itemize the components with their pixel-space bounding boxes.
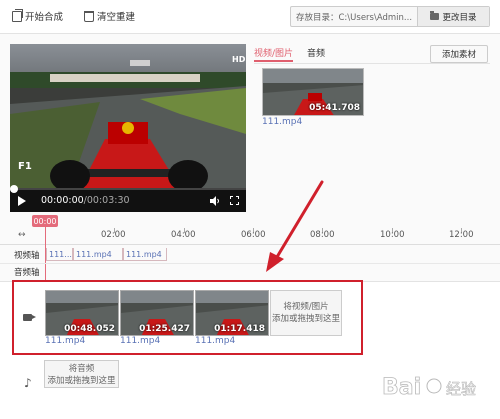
timeline-ruler: ↔ 02:00 04:00 06:00 08:00 10:00 12:00 <box>0 228 500 244</box>
folder-icon <box>430 11 440 20</box>
ruler-label: 04:00 <box>171 230 196 240</box>
playhead-time-badge[interactable]: 00:00 <box>32 215 58 227</box>
zoom-arrows-icon[interactable]: ↔ <box>18 230 26 240</box>
media-item-name: 111.mp4 <box>262 117 303 127</box>
player-controls: 00:00:00/00:03:30 <box>10 185 246 212</box>
progress-bar[interactable] <box>10 185 246 193</box>
audio-track-label: 音频轴 <box>14 268 40 278</box>
current-time: 00:00:00 <box>41 195 84 206</box>
volume-icon[interactable] <box>210 196 220 206</box>
progress-knob[interactable] <box>10 185 18 193</box>
tabs-divider <box>254 63 490 64</box>
ruler-label: 10:00 <box>380 230 405 240</box>
timeline-video-segment[interactable]: 111.mp4 <box>123 248 167 261</box>
copy-icon <box>12 8 23 22</box>
add-material-button[interactable]: 添加素材 <box>430 45 488 63</box>
music-icon: ♪ <box>24 376 32 390</box>
ruler-divider <box>0 244 500 245</box>
start-merge-button[interactable]: 开始合成 <box>12 6 63 26</box>
ruler-label: 12:00 <box>449 230 474 240</box>
media-item-thumbnail[interactable]: 05:41.708 <box>262 68 364 116</box>
tab-video-image[interactable]: 视频/图片 <box>254 44 294 62</box>
svg-text:Bai: Bai <box>382 375 421 400</box>
play-icon[interactable] <box>18 196 26 206</box>
toolbar: 开始合成 清空重建 存放目录：C:\Users\Admin... 更改目录 <box>0 0 500 34</box>
audio-drop-zone[interactable]: 将音频 添加或拖拽到这里 <box>44 360 119 388</box>
baidu-watermark-logo: Bai 经验 <box>382 375 477 401</box>
svg-text:F1: F1 <box>18 161 32 172</box>
time-display: 00:00:00/00:03:30 <box>41 195 130 206</box>
annotation-highlight-box <box>12 280 363 355</box>
drop-audio-line2: 添加或拖拽到这里 <box>47 376 116 386</box>
track-divider <box>0 263 500 264</box>
video-preview-image: F1 HD <box>10 44 246 188</box>
change-directory-button[interactable]: 更改目录 <box>417 7 489 26</box>
trash-icon <box>84 10 94 22</box>
output-directory: 存放目录：C:\Users\Admin... 更改目录 <box>290 6 490 27</box>
video-track-label: 视频轴 <box>14 251 40 261</box>
start-merge-label: 开始合成 <box>25 12 64 23</box>
ruler-label: 06:00 <box>241 230 266 240</box>
svg-text:HD: HD <box>232 55 246 64</box>
clear-rebuild-label: 清空重建 <box>97 12 136 23</box>
video-frame[interactable]: F1 HD <box>10 44 246 188</box>
media-tabs: 视频/图片 音频 <box>254 44 325 64</box>
ruler-label: 08:00 <box>310 230 335 240</box>
fullscreen-icon[interactable] <box>230 196 239 205</box>
media-item-duration: 05:41.708 <box>309 103 360 113</box>
clear-rebuild-button[interactable]: 清空重建 <box>84 6 135 26</box>
output-dir-path: 存放目录：C:\Users\Admin... <box>296 12 413 23</box>
video-editor-app: 开始合成 清空重建 存放目录：C:\Users\Admin... 更改目录 F1… <box>0 0 500 419</box>
total-time: /00:03:30 <box>83 195 130 206</box>
tab-audio[interactable]: 音频 <box>307 44 325 62</box>
ruler-label: 02:00 <box>101 230 126 240</box>
change-directory-label: 更改目录 <box>442 12 477 23</box>
video-player: F1 HD 00:00:00/00:03:30 <box>10 44 246 212</box>
timeline-video-segment[interactable]: 111... <box>46 248 73 261</box>
timeline-video-segment[interactable]: 111.mp4 <box>73 248 123 261</box>
svg-text:经验: 经验 <box>446 380 476 398</box>
drop-audio-line1: 将音频 <box>68 364 95 374</box>
